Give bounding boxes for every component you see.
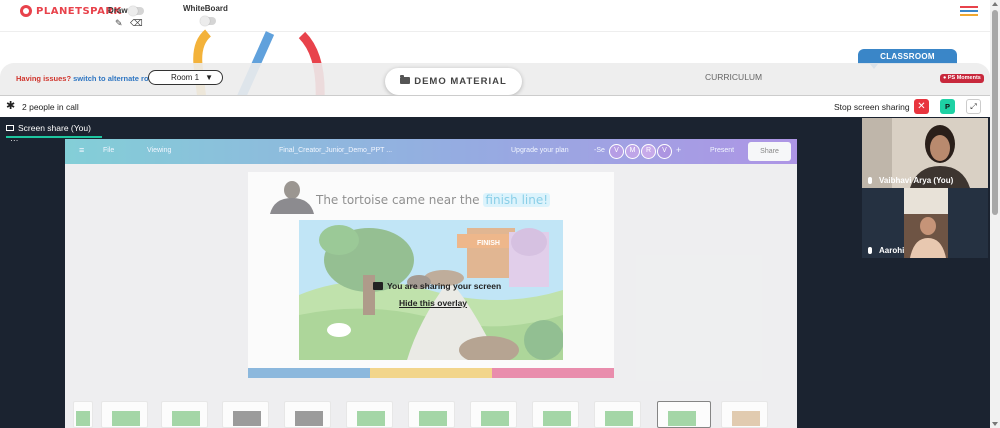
room-select[interactable]: Room 1 ▼ bbox=[148, 70, 223, 85]
microphone-icon bbox=[868, 177, 872, 184]
shared-screen: ≡ File Viewing Final_Creator_Junior_Demo… bbox=[65, 139, 797, 428]
monitor-icon bbox=[6, 125, 14, 131]
participant-name: Aarohi bbox=[868, 246, 904, 255]
brand-logo[interactable]: PLANETSPARK bbox=[20, 5, 122, 17]
demo-material-button[interactable]: DEMO MATERIAL bbox=[385, 68, 522, 95]
microphone-icon bbox=[868, 247, 872, 254]
screen-share-label: Screen share (You) bbox=[18, 123, 91, 133]
draw-toggle[interactable] bbox=[128, 6, 144, 16]
draw-label: Draw bbox=[108, 6, 128, 15]
participant-tile-self[interactable]: Vaibhavi Arya (You) bbox=[862, 118, 988, 188]
stop-sharing-button[interactable]: ✕ bbox=[914, 99, 929, 114]
issues-notice: Having issues? switch to alternate room bbox=[16, 74, 160, 83]
menu-icon[interactable] bbox=[960, 6, 978, 18]
folder-icon bbox=[400, 75, 411, 84]
ps-moments-label: PS Moments bbox=[947, 75, 981, 81]
top-bar: PLANETSPARK Draw ✎ ⌫ WhiteBoard bbox=[0, 0, 990, 32]
participant-badge[interactable]: P bbox=[940, 99, 955, 114]
app-root: PLANETSPARK Draw ✎ ⌫ WhiteBoard CLASSROO… bbox=[0, 0, 1000, 428]
participant-name: Vaibhavi Arya (You) bbox=[868, 176, 953, 185]
participant-tile-aarohi[interactable]: Aarohi bbox=[862, 188, 988, 258]
screen-share-tab[interactable]: Screen share (You) ··· bbox=[6, 122, 102, 145]
scroll-up-icon[interactable] bbox=[992, 2, 998, 6]
whiteboard-toggle[interactable] bbox=[200, 16, 216, 26]
scroll-thumb[interactable] bbox=[992, 10, 998, 215]
scroll-down-icon[interactable] bbox=[992, 422, 998, 426]
hide-overlay-link[interactable]: Hide this overlay bbox=[399, 298, 467, 308]
classroom-tab[interactable]: CLASSROOM bbox=[858, 49, 957, 69]
participant-name-text: Aarohi bbox=[879, 246, 905, 255]
issues-text: Having issues? bbox=[16, 74, 72, 83]
participant-name-text: Vaibhavi Arya (You) bbox=[879, 176, 954, 185]
video-area: Screen share (You) ··· ≡ File Viewing Fi… bbox=[0, 117, 990, 428]
eraser-icon[interactable]: ⌫ bbox=[130, 18, 143, 29]
screen-share-icon bbox=[373, 282, 383, 290]
gear-icon[interactable]: ✱ bbox=[6, 101, 16, 112]
more-options-icon[interactable]: ··· bbox=[10, 135, 19, 145]
close-icon: ✕ bbox=[917, 101, 926, 112]
sharing-message-text: You are sharing your screen bbox=[387, 281, 502, 291]
room-select-value: Room 1 bbox=[171, 73, 200, 82]
caret-down-icon: ▼ bbox=[205, 73, 213, 82]
people-count: 2 people in call bbox=[22, 102, 79, 112]
whiteboard-label: WhiteBoard bbox=[183, 4, 228, 13]
alternate-room-link[interactable]: switch to alternate room bbox=[73, 74, 160, 83]
fullscreen-icon[interactable]: ⤢ bbox=[966, 99, 981, 114]
call-header: ✱ 2 people in call Stop screen sharing ✕… bbox=[0, 95, 990, 117]
demo-material-label: DEMO MATERIAL bbox=[414, 76, 507, 87]
ps-moments-button[interactable]: ● PS Moments bbox=[940, 74, 984, 83]
stop-sharing-label[interactable]: Stop screen sharing bbox=[834, 102, 910, 112]
page-scrollbar[interactable] bbox=[990, 0, 1000, 428]
sharing-message: You are sharing your screen bbox=[373, 281, 501, 291]
planet-logo-icon bbox=[20, 5, 32, 17]
curriculum-tab[interactable]: CURRICULUM bbox=[705, 72, 762, 82]
pencil-icon[interactable]: ✎ bbox=[115, 18, 123, 29]
